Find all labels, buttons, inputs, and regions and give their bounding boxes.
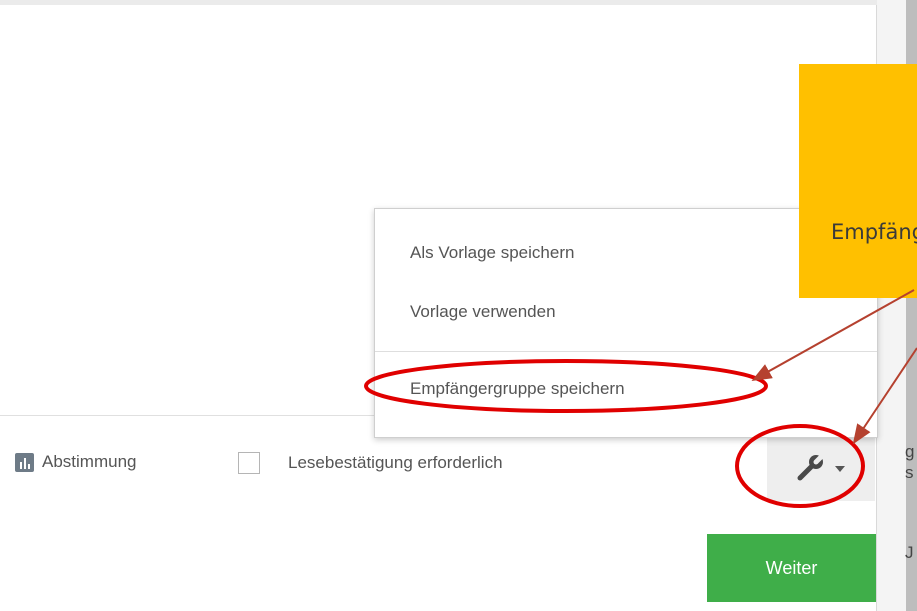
- callout-text: Empfängergruppe speichern: [831, 220, 917, 244]
- clipped-text-fragment: g: [905, 442, 915, 461]
- menu-item-use-template[interactable]: Vorlage verwenden: [410, 302, 556, 322]
- poll-option[interactable]: Abstimmung: [15, 452, 136, 472]
- read-receipt-label: Lesebestätigung erforderlich: [288, 453, 503, 472]
- read-receipt-checkbox[interactable]: [238, 452, 260, 474]
- wrench-icon: [797, 453, 825, 481]
- next-button[interactable]: Weiter: [707, 534, 876, 602]
- clipped-text-fragment: J: [905, 543, 914, 562]
- poll-label: Abstimmung: [42, 452, 137, 471]
- bar-chart-icon: [15, 452, 34, 472]
- annotation-callout: Empfängergruppe speichern: [799, 64, 917, 298]
- menu-divider: [375, 351, 877, 352]
- tools-dropdown-button[interactable]: [767, 433, 875, 501]
- read-receipt-option[interactable]: Lesebestätigung erforderlich: [238, 452, 503, 474]
- clipped-text-fragment: s: [905, 463, 914, 482]
- menu-item-save-template[interactable]: Als Vorlage speichern: [410, 243, 574, 263]
- menu-item-save-recipient-group[interactable]: Empfängergruppe speichern: [410, 379, 625, 399]
- chevron-down-icon: [835, 466, 845, 472]
